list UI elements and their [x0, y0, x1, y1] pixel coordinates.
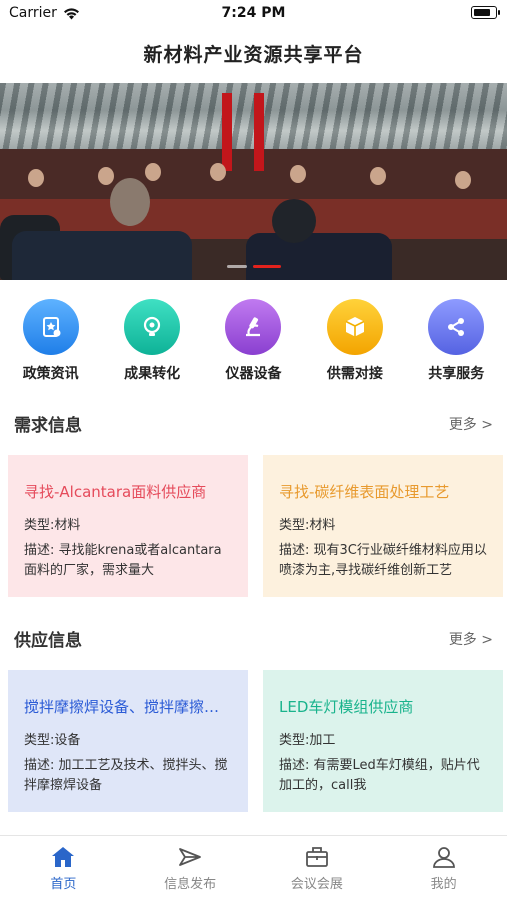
card-type: 类型:加工: [279, 733, 336, 748]
carousel-dot[interactable]: [226, 265, 247, 268]
tab-label: 信息发布: [164, 877, 217, 892]
tab-label: 会议会展: [290, 877, 343, 892]
supply-section-header: 供应信息 更多 >: [14, 626, 493, 651]
supply-more-link[interactable]: 更多 >: [449, 629, 493, 649]
section-title: 供应信息: [14, 631, 82, 651]
demand-card[interactable]: 寻找-Alcantara面料供应商 类型:材料 描述: 寻找能krena或者al…: [8, 455, 248, 597]
page-title: 新材料产业资源共享平台: [143, 44, 364, 66]
demand-section-header: 需求信息 更多 >: [14, 411, 493, 436]
tab-home[interactable]: 首页: [0, 836, 127, 901]
box-icon: [326, 299, 383, 355]
category-supply-demand[interactable]: 供需对接: [310, 299, 400, 383]
card-description: 描述: 有需要Led车灯模组，贴片代加工的，call我: [279, 758, 480, 793]
demand-more-link[interactable]: 更多 >: [449, 414, 493, 434]
supply-card[interactable]: 搅拌摩擦焊设备、搅拌摩擦焊技术 类型:设备 描述: 加工工艺及技术、搅拌头、搅拌…: [8, 670, 248, 812]
category-policy[interactable]: 政策资讯: [6, 299, 96, 383]
category-label: 政策资讯: [22, 366, 79, 382]
card-type: 类型:材料: [24, 518, 81, 533]
category-label: 仪器设备: [225, 366, 282, 382]
paper-plane-icon: [179, 848, 202, 866]
category-achievement[interactable]: 成果转化: [107, 299, 197, 383]
demand-card[interactable]: 寻找-碳纤维表面处理工艺 类型:材料 描述: 现有3C行业碳纤维材料应用以喷漆为…: [263, 455, 503, 597]
home-icon: [52, 847, 75, 867]
lightbulb-icon: [124, 299, 181, 355]
category-share-service[interactable]: 共享服务: [411, 299, 501, 383]
card-type: 类型:设备: [24, 733, 81, 748]
policy-document-icon: [22, 299, 79, 355]
status-time: 7:24 PM: [221, 5, 286, 21]
briefcase-icon: [305, 847, 328, 867]
tab-publish[interactable]: 信息发布: [127, 836, 254, 901]
tab-profile[interactable]: 我的: [380, 836, 507, 901]
category-instrument[interactable]: 仪器设备: [208, 299, 298, 383]
flag-image: [254, 93, 264, 171]
tab-conference[interactable]: 会议会展: [254, 836, 381, 901]
supply-card[interactable]: LED车灯模组供应商 类型:加工 描述: 有需要Led车灯模组，贴片代加工的，c…: [263, 670, 503, 812]
card-description: 描述: 加工工艺及技术、搅拌头、搅拌摩擦焊设备: [24, 758, 228, 793]
flag-image: [222, 93, 232, 171]
category-label: 供需对接: [326, 366, 383, 382]
card-title: 搅拌摩擦焊设备、搅拌摩擦焊技术: [24, 698, 234, 716]
carousel-dot-active[interactable]: [252, 265, 281, 268]
status-bar: Carrier 7:24 PM: [0, 0, 507, 28]
card-title: 寻找-碳纤维表面处理工艺: [279, 483, 450, 501]
card-title: LED车灯模组供应商: [279, 698, 414, 716]
banner-carousel[interactable]: [0, 83, 507, 280]
card-description: 描述: 现有3C行业碳纤维材料应用以喷漆为主,寻找碳纤维创新工艺: [279, 543, 487, 578]
tab-label: 首页: [50, 877, 77, 892]
card-title: 寻找-Alcantara面料供应商: [24, 483, 207, 501]
user-icon: [432, 847, 455, 868]
carousel-indicator: [0, 265, 507, 268]
bottom-tab-bar: 首页 信息发布 会议会展 我的: [0, 835, 507, 901]
tab-label: 我的: [430, 877, 457, 892]
share-icon: [428, 299, 485, 355]
category-grid: 政策资讯 成果转化 仪器设备 供需对接 共享服务: [0, 299, 507, 383]
battery-icon: [471, 6, 500, 19]
microscope-icon: [225, 299, 282, 355]
section-title: 需求信息: [14, 416, 82, 436]
category-label: 共享服务: [428, 366, 485, 382]
card-description: 描述: 寻找能krena或者alcantara面料的厂家，需求量大: [24, 543, 222, 578]
category-label: 成果转化: [124, 366, 181, 382]
card-type: 类型:材料: [279, 518, 336, 533]
